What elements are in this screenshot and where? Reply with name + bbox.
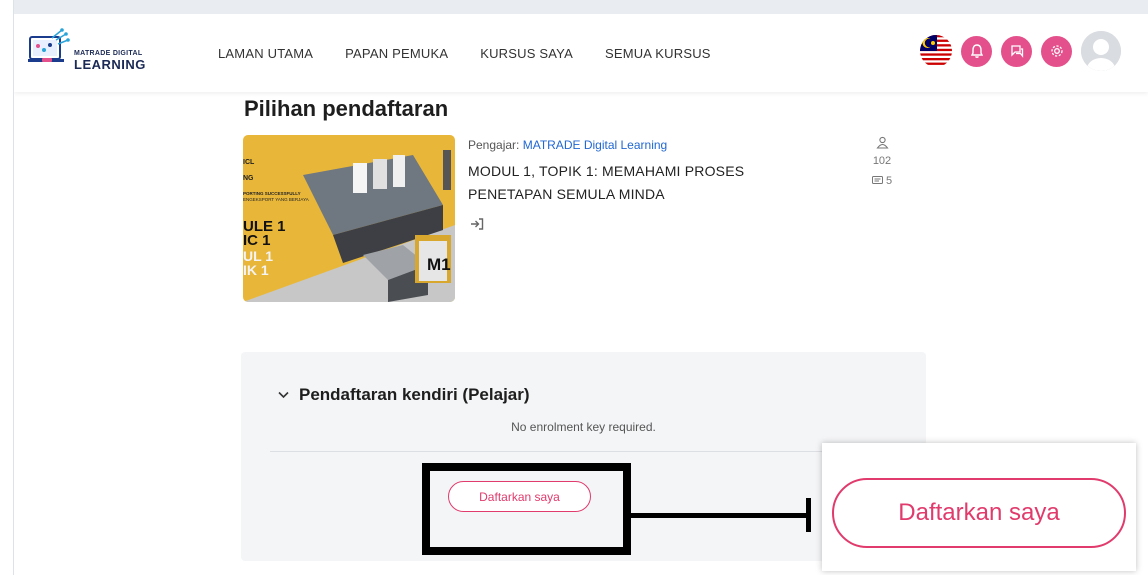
teacher-link[interactable]: MATRADE Digital Learning: [523, 138, 668, 152]
image-text-line-4: IK 1: [243, 262, 269, 278]
course-stats: 102 5: [862, 136, 902, 191]
enter-course-icon[interactable]: [470, 217, 484, 235]
image-text-line-3: UL 1: [243, 248, 274, 264]
enrolment-heading[interactable]: Pendaftaran kendiri (Pelajar): [278, 385, 530, 405]
left-page-edge: [0, 0, 14, 575]
participants-count: 102: [872, 155, 892, 167]
user-avatar-icon: [1081, 31, 1121, 71]
forum-posts: 5: [871, 171, 893, 191]
malaysia-flag-icon[interactable]: [920, 35, 952, 67]
course-image[interactable]: ICL NG PORTING SUCCESSFULLY ENGEKSPORT Y…: [243, 135, 455, 302]
nav-item-papan-pemuka[interactable]: PAPAN PEMUKA: [345, 46, 448, 61]
nav-right-tools: [920, 31, 1121, 71]
highlight-box: [422, 463, 631, 555]
logo-text-top: MATRADE DIGITAL: [74, 50, 143, 57]
chat-icon: [1010, 45, 1023, 58]
participants-icon: [875, 136, 889, 151]
image-text-small-4: ENGEKSPORT YANG BERJAYA: [243, 197, 309, 202]
top-navbar: MATRADE DIGITAL LEARNING LAMAN UTAMA PAP…: [14, 14, 1148, 92]
teacher-label: Pengajar:: [468, 138, 523, 152]
logo-text-bottom: LEARNING: [74, 57, 146, 72]
matrade-logo[interactable]: MATRADE DIGITAL LEARNING: [28, 28, 188, 78]
bell-icon: [970, 44, 983, 58]
nav-item-laman-utama[interactable]: LAMAN UTAMA: [218, 46, 313, 61]
settings-button[interactable]: [1041, 35, 1072, 67]
page-title: Pilihan pendaftaran: [244, 96, 449, 121]
image-badge-m1: M1: [427, 255, 451, 274]
avatar[interactable]: [1081, 31, 1121, 71]
enrolment-heading-text: Pendaftaran kendiri (Pelajar): [299, 385, 530, 404]
image-text-small-2: NG: [243, 175, 254, 182]
annotation-connector-cap: [806, 498, 811, 532]
divider: [270, 451, 910, 452]
forum-icon: [871, 176, 883, 184]
main-nav: LAMAN UTAMA PAPAN PEMUKA KURSUS SAYA SEM…: [218, 14, 711, 92]
image-text-small-3: PORTING SUCCESSFULLY: [243, 191, 301, 196]
gear-icon: [1050, 45, 1063, 57]
nav-item-kursus-saya[interactable]: KURSUS SAYA: [480, 46, 573, 61]
nav-item-semua-kursus[interactable]: SEMUA KURSUS: [605, 46, 711, 61]
annotation-connector: [631, 513, 811, 518]
enrol-me-button-zoomed[interactable]: Daftarkan saya: [832, 478, 1126, 548]
course-title[interactable]: MODUL 1, TOPIK 1: MEMAHAMI PROSES PENETA…: [468, 160, 788, 206]
enrolment-key-note: No enrolment key required.: [511, 420, 656, 434]
chevron-down-icon[interactable]: [278, 391, 289, 399]
course-teacher: Pengajar: MATRADE Digital Learning: [468, 138, 667, 152]
image-text-small-1: ICL: [243, 159, 255, 166]
messages-button[interactable]: [1001, 35, 1032, 67]
image-text-line-2: IC 1: [243, 232, 271, 249]
notification-button[interactable]: [961, 35, 992, 67]
forum-count: 5: [885, 175, 893, 187]
